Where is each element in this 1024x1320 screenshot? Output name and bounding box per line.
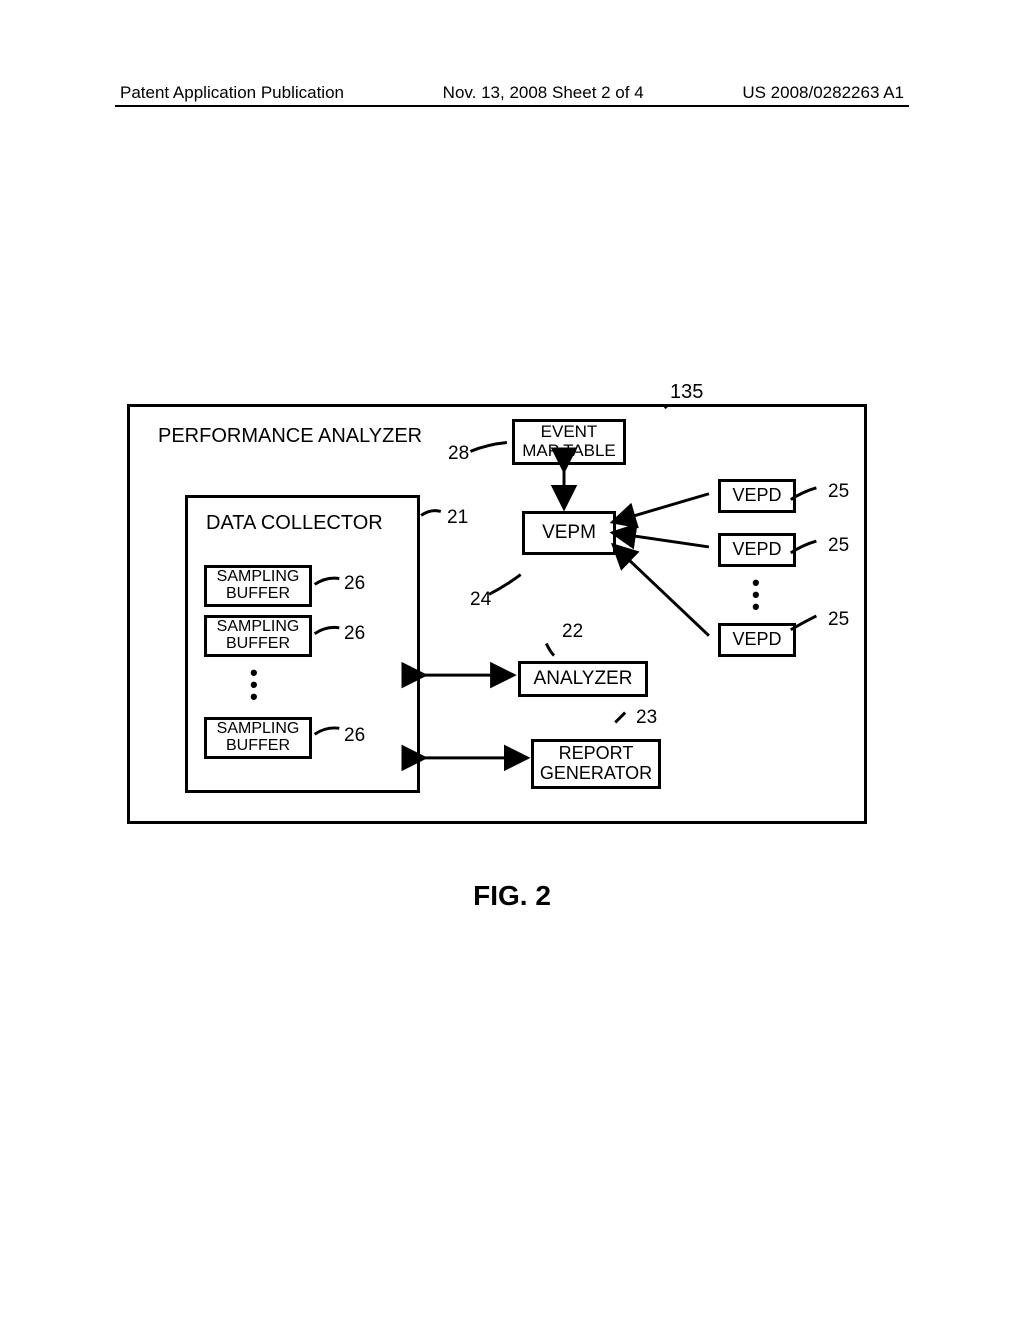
header-date-sheet: Nov. 13, 2008 Sheet 2 of 4 xyxy=(443,83,644,103)
vepd-box-2: VEPD xyxy=(718,533,796,567)
performance-analyzer-title: PERFORMANCE ANALYZER xyxy=(158,425,422,448)
analyzer-box: ANALYZER xyxy=(518,661,648,697)
vepd-box-1: VEPD xyxy=(718,479,796,513)
event-map-table-box: EVENT MAP TABLE xyxy=(512,419,626,465)
header-pubnum: US 2008/0282263 A1 xyxy=(742,83,904,103)
figure-caption: FIG. 2 xyxy=(0,880,1024,912)
ref-event-map-28: 28 xyxy=(448,443,469,465)
ref-report-23: 23 xyxy=(636,707,657,729)
ref-vepm-24: 24 xyxy=(470,589,491,611)
ref-outer-135: 135 xyxy=(670,381,703,404)
sampling-buffer-1: SAMPLING BUFFER xyxy=(204,565,312,607)
ref-sampling-1: 26 xyxy=(344,573,365,595)
vepd-ellipsis: ••• xyxy=(752,577,760,613)
header-publication: Patent Application Publication xyxy=(120,83,344,103)
performance-analyzer-outer-box: PERFORMANCE ANALYZER EVENT MAP TABLE 28 … xyxy=(127,404,867,824)
ref-vepd-2: 25 xyxy=(828,535,849,557)
data-collector-title: DATA COLLECTOR xyxy=(206,512,383,534)
ref-vepd-1: 25 xyxy=(828,481,849,503)
ref-analyzer-22: 22 xyxy=(562,621,583,643)
report-generator-box: REPORT GENERATOR xyxy=(531,739,661,789)
sampling-buffer-2: SAMPLING BUFFER xyxy=(204,615,312,657)
vepm-box: VEPM xyxy=(522,511,616,555)
ref-sampling-2: 26 xyxy=(344,623,365,645)
header-rule xyxy=(115,105,909,107)
sampling-buffer-3: SAMPLING BUFFER xyxy=(204,717,312,759)
ref-sampling-3: 26 xyxy=(344,725,365,747)
ref-data-collector-21: 21 xyxy=(447,507,468,529)
sampling-ellipsis: ••• xyxy=(250,667,258,703)
vepd-box-3: VEPD xyxy=(718,623,796,657)
ref-vepd-3: 25 xyxy=(828,609,849,631)
